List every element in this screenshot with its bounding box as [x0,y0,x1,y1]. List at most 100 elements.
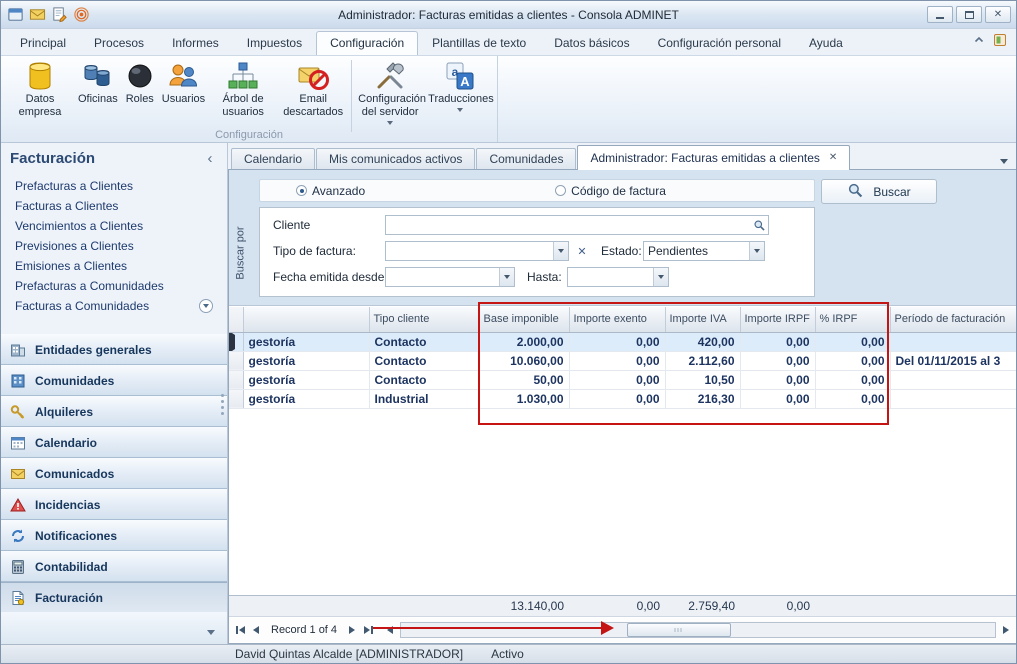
close-button[interactable]: ✕ [985,6,1011,23]
cliente-input[interactable] [385,215,769,235]
broadcast-icon[interactable] [72,5,91,24]
radio-codigo-factura[interactable]: Código de factura [555,184,666,198]
sidebar-group-notificaciones[interactable]: Notificaciones [1,520,227,551]
ribbon-tab-ayuda[interactable]: Ayuda [795,31,857,55]
close-tab-icon[interactable]: ✕ [829,153,837,163]
ribbon-tab-informes[interactable]: Informes [158,31,233,55]
ribbon-button-datos-empresa[interactable]: Datos empresa [5,58,75,121]
sidebar-item-prefacturas-clientes[interactable]: Prefacturas a Clientes [1,176,227,196]
record-navigator: Record 1 of 4 [229,618,1017,642]
scrollbar-thumb[interactable] [627,623,731,637]
previous-record-button[interactable] [248,622,264,638]
splitter-handle[interactable] [221,394,224,415]
estado-combo[interactable]: Pendientes [643,241,765,261]
cliente-text-input[interactable] [386,217,750,233]
sidebar-item-previsiones-clientes[interactable]: Previsiones a Clientes [1,236,227,256]
ribbon-button-roles[interactable]: Roles [121,58,159,108]
sidebar-item-facturas-clientes[interactable]: Facturas a Clientes [1,196,227,216]
sidebar-group-entidades-generales[interactable]: Entidades generales [1,334,227,365]
column-header-importe-irpf[interactable]: Importe IRPF [740,307,815,332]
next-record-button[interactable] [344,622,360,638]
scroll-down-icon[interactable] [199,299,213,313]
scroll-left-button[interactable] [382,622,398,638]
sidebar-group-incidencias[interactable]: Incidencias [1,489,227,520]
tipo-factura-combo[interactable] [385,241,569,261]
search-icon[interactable] [750,216,768,234]
ribbon-button-email-descartados[interactable]: Email descartados [278,58,348,121]
ribbon-tab-principal[interactable]: Principal [6,31,80,55]
notes-icon[interactable] [50,5,69,24]
mail-icon[interactable] [28,5,47,24]
sidebar-item-prefacturas-comunidades[interactable]: Prefacturas a Comunidades [1,276,227,296]
column-header-base-imponible[interactable]: Base imponible [479,307,569,332]
hasta-combo[interactable] [567,267,669,287]
sidebar-item-facturas-comunidades[interactable]: Facturas a Comunidades [1,296,227,316]
ribbon-collapse-icon[interactable] [973,34,985,49]
table-row[interactable]: gestoría Contacto 10.060,00 0,00 2.112,6… [229,351,1017,370]
discarded-email-icon [297,60,329,92]
sidebar-group-comunidades[interactable]: Comunidades [1,365,227,396]
column-header-importe-exento[interactable]: Importe exento [569,307,665,332]
column-header-periodo[interactable]: Período de facturación [890,307,1017,332]
ribbon-button-traducciones[interactable]: aA Traducciones [425,58,495,114]
maximize-button[interactable] [956,6,982,23]
doc-tab-comunidades[interactable]: Comunidades [476,148,576,170]
radio-unselected-icon [555,185,566,196]
tab-list-dropdown-icon[interactable] [1000,159,1008,164]
clear-filter-icon[interactable]: ✕ [574,243,590,259]
horizontal-scrollbar[interactable] [400,622,996,638]
ribbon-tab-procesos[interactable]: Procesos [80,31,158,55]
minimize-button[interactable] [927,6,953,23]
sidebar-item-emisiones-clientes[interactable]: Emisiones a Clientes [1,256,227,276]
table-row[interactable]: gestoría Industrial 1.030,00 0,00 216,30… [229,389,1017,408]
panel-toggle-icon[interactable] [993,33,1007,50]
chevron-down-icon[interactable] [653,268,668,286]
column-header-pct-irpf[interactable]: % IRPF [815,307,890,332]
chevron-down-icon[interactable] [207,630,215,635]
ribbon-button-config-servidor[interactable]: Configuración del servidor [355,58,425,127]
column-header-nombre[interactable] [243,307,369,332]
column-header-importe-iva[interactable]: Importe IVA [665,307,740,332]
app-icon[interactable] [6,5,25,24]
scroll-right-button[interactable] [998,622,1014,638]
column-header-tipo-cliente[interactable]: Tipo cliente [369,307,479,332]
table-row[interactable]: gestoría Contacto 50,00 0,00 10,50 0,00 … [229,370,1017,389]
chevron-down-icon[interactable] [499,268,514,286]
tipo-factura-label: Tipo de factura: [273,244,356,258]
chevron-down-icon[interactable] [749,242,764,260]
ribbon-button-oficinas[interactable]: Oficinas [75,58,121,108]
sidebar-group-alquileres[interactable]: Alquileres [1,396,227,427]
ribbon-button-usuarios[interactable]: Usuarios [159,58,208,108]
last-record-button[interactable] [360,622,376,638]
sidebar-item-vencimientos-clientes[interactable]: Vencimientos a Clientes [1,216,227,236]
chevron-down-icon[interactable] [553,242,568,260]
summary-importe-iva: 2.759,40 [665,596,740,617]
ribbon-group-label: Configuración [1,129,497,141]
first-record-button[interactable] [232,622,248,638]
cliente-label: Cliente [273,218,310,232]
ribbon-tab-configuracion[interactable]: Configuración [316,31,418,55]
ribbon-tab-impuestos[interactable]: Impuestos [233,31,316,55]
doc-tab-comunicados-activos[interactable]: Mis comunicados activos [316,148,475,170]
application-window: Administrador: Facturas emitidas a clien… [0,0,1017,664]
table-row[interactable]: gestoría Contacto 2.000,00 0,00 420,00 0… [229,332,1017,351]
sidebar-group-calendario[interactable]: Calendario [1,427,227,458]
ribbon-tab-config-personal[interactable]: Configuración personal [644,31,795,55]
ribbon-button-arbol-usuarios[interactable]: Árbol de usuarios [208,58,278,121]
sidebar-group-comunicados[interactable]: Comunicados [1,458,227,489]
collapse-sidebar-icon[interactable]: ‹ [202,151,218,166]
company-data-icon [24,60,56,92]
buscar-button[interactable]: Buscar [821,179,937,204]
sidebar-group-contabilidad[interactable]: Contabilidad [1,551,227,582]
fecha-desde-combo[interactable] [385,267,515,287]
main-area: Calendario Mis comunicados activos Comun… [228,143,1017,644]
sidebar-group-facturacion[interactable]: Facturación [1,582,227,613]
svg-text:A: A [460,74,470,89]
radio-avanzado[interactable]: Avanzado [296,184,365,198]
ribbon-tab-datos-basicos[interactable]: Datos básicos [540,31,643,55]
ribbon-tab-plantillas[interactable]: Plantillas de texto [418,31,540,55]
user-tree-icon [227,60,259,92]
doc-tab-calendario[interactable]: Calendario [231,148,315,170]
doc-tab-facturas-emitidas[interactable]: Administrador: Facturas emitidas a clien… [577,145,850,170]
invoice-icon [10,590,26,606]
